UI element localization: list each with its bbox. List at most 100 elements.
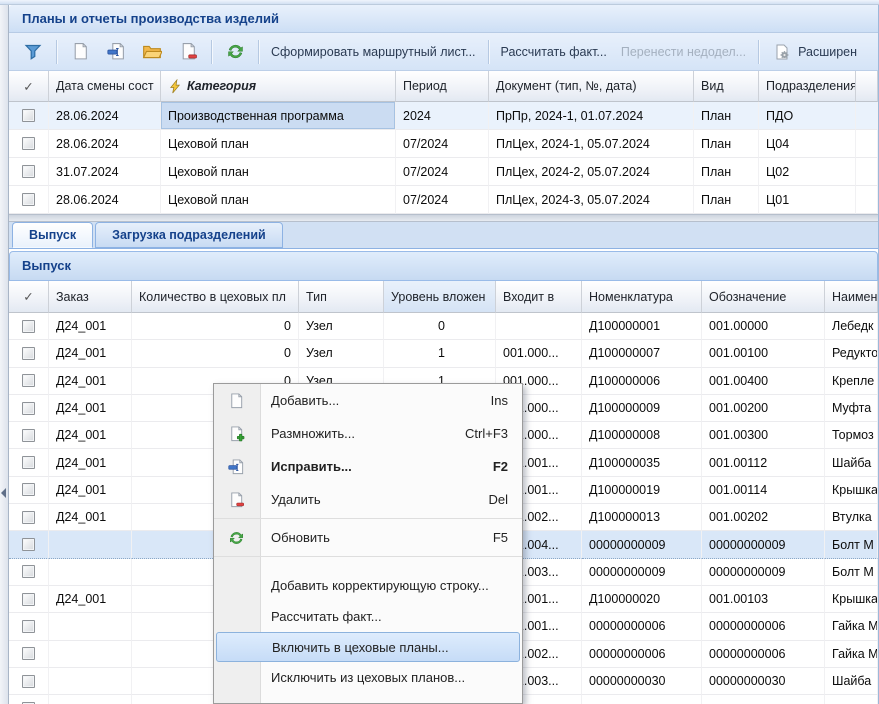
cell-designation: 001.00400 [702,368,825,395]
row-checkbox[interactable] [22,402,35,415]
menu-item-label: Включить в цеховые планы... [272,640,505,655]
row-checkbox[interactable] [22,511,35,524]
cell-designation: 00000000009 [702,531,825,558]
cell-check [9,422,49,449]
open-folder-icon [141,41,163,63]
menu-item[interactable]: Добавить... Ins [214,384,522,417]
extended-button[interactable]: Расширен [764,38,864,66]
row-checkbox[interactable] [22,675,35,688]
row-checkbox[interactable] [22,165,35,178]
column-header-period[interactable]: Период [396,71,489,102]
cell-filler [856,186,878,214]
column-header-nomenclature[interactable]: Номенклатура [582,281,702,313]
cell-filler [856,130,878,158]
collapsed-side-panel[interactable] [0,5,9,704]
cell-designation: 001.00000 [702,313,825,340]
delete-document-icon [177,41,199,63]
cell-designation: 001.00114 [702,477,825,504]
filter-button[interactable] [15,38,51,66]
column-header-parent[interactable]: Входит в [496,281,582,313]
row-checkbox[interactable] [22,647,35,660]
menu-item[interactable]: Включить в цеховые планы... [216,632,520,662]
table-row[interactable]: Д24_001 0 Узел 0 Д100000001 001.00000 Ле… [9,313,878,340]
toolbar-separator [258,40,259,64]
transfer-backlog-button[interactable]: Перенести недодел... [614,42,753,62]
refresh-button[interactable] [217,38,253,66]
tab-division-load[interactable]: Загрузка подразделений [95,222,283,248]
select-all-header[interactable]: ✓ [9,281,49,313]
column-header-name[interactable]: Наимен [825,281,878,313]
cell-category: Цеховой план [161,186,396,214]
menu-item[interactable]: Удалить Del [214,483,522,516]
column-header-division[interactable]: Подразделения [759,71,856,102]
row-checkbox[interactable] [22,483,35,496]
column-header-designation[interactable]: Обозначение [702,281,825,313]
plans-table-header: ✓ Дата смены сост Категория Период Докум… [9,71,878,102]
row-checkbox[interactable] [22,538,35,551]
row-checkbox[interactable] [22,320,35,333]
cell-order: Д24_001 [49,477,132,504]
column-header-filler [856,71,878,102]
tab-output[interactable]: Выпуск [12,222,93,248]
row-checkbox[interactable] [22,347,35,360]
cell-nomenclature: Д100000020 [582,586,702,613]
cell-check [9,340,49,367]
add-button[interactable] [62,38,98,66]
row-checkbox[interactable] [22,193,35,206]
menu-item-label: Обновить [271,530,481,545]
cell-designation: 00000000009 [702,559,825,586]
table-row[interactable]: Д24_001 0 Узел 1 001.000... Д100000007 0… [9,340,878,367]
row-checkbox[interactable] [22,620,35,633]
row-checkbox[interactable] [22,137,35,150]
table-row[interactable]: 28.06.2024 Цеховой план 07/2024 ПлЦех, 2… [9,186,878,214]
table-row[interactable]: 28.06.2024 Производственная программа 20… [9,102,878,130]
horizontal-splitter[interactable] [9,214,878,222]
row-checkbox[interactable] [22,109,35,122]
column-header-level[interactable]: Уровень вложен [384,281,496,313]
column-header-category[interactable]: Категория [161,71,396,102]
cell-designation: 001.00103 [702,586,825,613]
table-row[interactable]: 31.07.2024 Цеховой план 07/2024 ПлЦех, 2… [9,158,878,186]
menu-item[interactable]: Рассчитать факт... [214,601,522,632]
cell-filler [856,158,878,186]
cell-type: Узел [299,313,384,340]
menu-item[interactable]: Размножить... Ctrl+F3 [214,417,522,450]
cell-nomenclature: Д100000013 [582,504,702,531]
panel-collapse-arrow-icon[interactable] [1,488,6,498]
column-header-order[interactable]: Заказ [49,281,132,313]
form-route-sheet-button[interactable]: Сформировать маршрутный лист... [264,42,483,62]
open-button[interactable] [134,38,170,66]
cell-name: Болт М [825,559,878,586]
menu-item[interactable]: Исправить... F2 [214,450,522,483]
table-row[interactable]: 28.06.2024 Цеховой план 07/2024 ПлЦех, 2… [9,130,878,158]
row-checkbox[interactable] [22,429,35,442]
delete-button[interactable] [170,38,206,66]
cell-check [9,313,49,340]
cell-check [9,586,49,613]
cell-check [9,668,49,695]
column-header-type[interactable]: Тип [299,281,384,313]
row-checkbox[interactable] [22,565,35,578]
edit-button[interactable] [98,38,134,66]
menu-item[interactable]: Обновить F5 [214,521,522,554]
menu-item[interactable]: Исключить из цеховых планов... [214,662,522,693]
column-header-kind[interactable]: Вид [694,71,759,102]
cell-division: Ц02 [759,158,856,186]
row-checkbox[interactable] [22,456,35,469]
column-header-document[interactable]: Документ (тип, №, дата) [489,71,694,102]
menu-item[interactable]: Добавить корректирующую строку... [214,570,522,601]
cell-name: Муфта [825,395,878,422]
menu-item-shortcut: F2 [493,459,508,474]
select-all-header[interactable]: ✓ [9,71,49,102]
cell-check [9,477,49,504]
refresh-icon [227,528,246,547]
row-checkbox[interactable] [22,374,35,387]
extended-button-label: Расширен [798,45,857,59]
cell-check [9,130,49,158]
calculate-fact-button[interactable]: Рассчитать факт... [494,42,614,62]
row-checkbox[interactable] [22,593,35,606]
column-header-date[interactable]: Дата смены сост [49,71,161,102]
cell-name: Тормоз [825,422,878,449]
cell-nomenclature: Д100000019 [582,477,702,504]
column-header-qty[interactable]: Количество в цеховых пл [132,281,299,313]
